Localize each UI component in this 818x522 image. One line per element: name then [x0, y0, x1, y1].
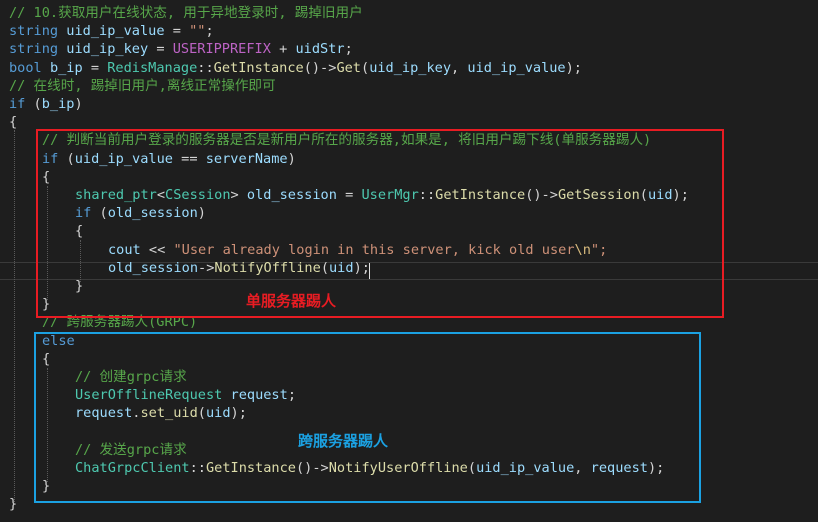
code-token: (	[25, 96, 42, 112]
code-line: if (b_ip)	[9, 95, 83, 113]
code-token: =	[164, 23, 190, 40]
code-token: =	[82, 59, 108, 76]
code-token: // 在线时, 踢掉旧用户,离线正常操作即可	[9, 77, 276, 94]
cross-server-kick-box	[34, 332, 701, 503]
single-server-kick-label: 单服务器踢人	[246, 292, 337, 310]
code-token: RedisManage	[107, 59, 198, 76]
code-token: Get	[336, 59, 361, 76]
single-server-kick-box	[36, 129, 724, 318]
code-token: uid_ip_key	[369, 59, 452, 76]
code-token: GetInstance	[213, 59, 304, 76]
code-line: bool b_ip = RedisManage::GetInstance()->…	[9, 59, 582, 77]
code-token: )	[74, 96, 83, 112]
code-token: uid_ip_key	[66, 41, 149, 58]
cross-server-kick-label: 跨服务器踢人	[298, 432, 389, 450]
code-token: b_ip	[49, 59, 83, 76]
code-token: string	[9, 23, 59, 40]
code-line: }	[9, 495, 17, 513]
code-line: // 在线时, 踢掉旧用户,离线正常操作即可	[9, 77, 276, 95]
code-token: ""	[189, 23, 206, 40]
code-token: uid_ip_value	[66, 23, 165, 40]
code-token: USERIPPREFIX	[172, 41, 271, 58]
indent-guide	[14, 130, 15, 502]
code-token: (	[361, 59, 370, 76]
code-line: // 10.获取用户在线状态, 用于异地登录时, 踢掉旧用户	[9, 4, 363, 22]
code-line: string uid_ip_value = "";	[9, 22, 214, 40]
code-token: b_ip	[41, 96, 75, 112]
code-token: ::	[197, 59, 214, 76]
code-token: +	[270, 41, 296, 58]
code-line: {	[9, 113, 17, 131]
code-token: if	[9, 96, 26, 112]
code-editor[interactable]: // 10.获取用户在线状态, 用于异地登录时, 踢掉旧用户 string uid…	[0, 0, 818, 522]
code-token: // 10.获取用户在线状态, 用于异地登录时, 踢掉旧用户	[9, 5, 363, 21]
code-token: }	[9, 496, 18, 513]
code-token: =	[148, 41, 173, 58]
code-token: uidStr	[295, 41, 345, 58]
code-token: uid_ip_value	[467, 59, 566, 76]
code-token: string	[9, 41, 59, 58]
code-token: ;	[205, 23, 214, 40]
code-token: {	[9, 114, 18, 131]
code-token: bool	[9, 59, 42, 76]
code-line: string uid_ip_key = USERIPPREFIX + uidSt…	[9, 40, 353, 58]
code-token: ,	[451, 59, 468, 76]
code-token: );	[565, 59, 582, 76]
code-token: ;	[344, 41, 353, 58]
code-token: ()->	[303, 59, 337, 76]
